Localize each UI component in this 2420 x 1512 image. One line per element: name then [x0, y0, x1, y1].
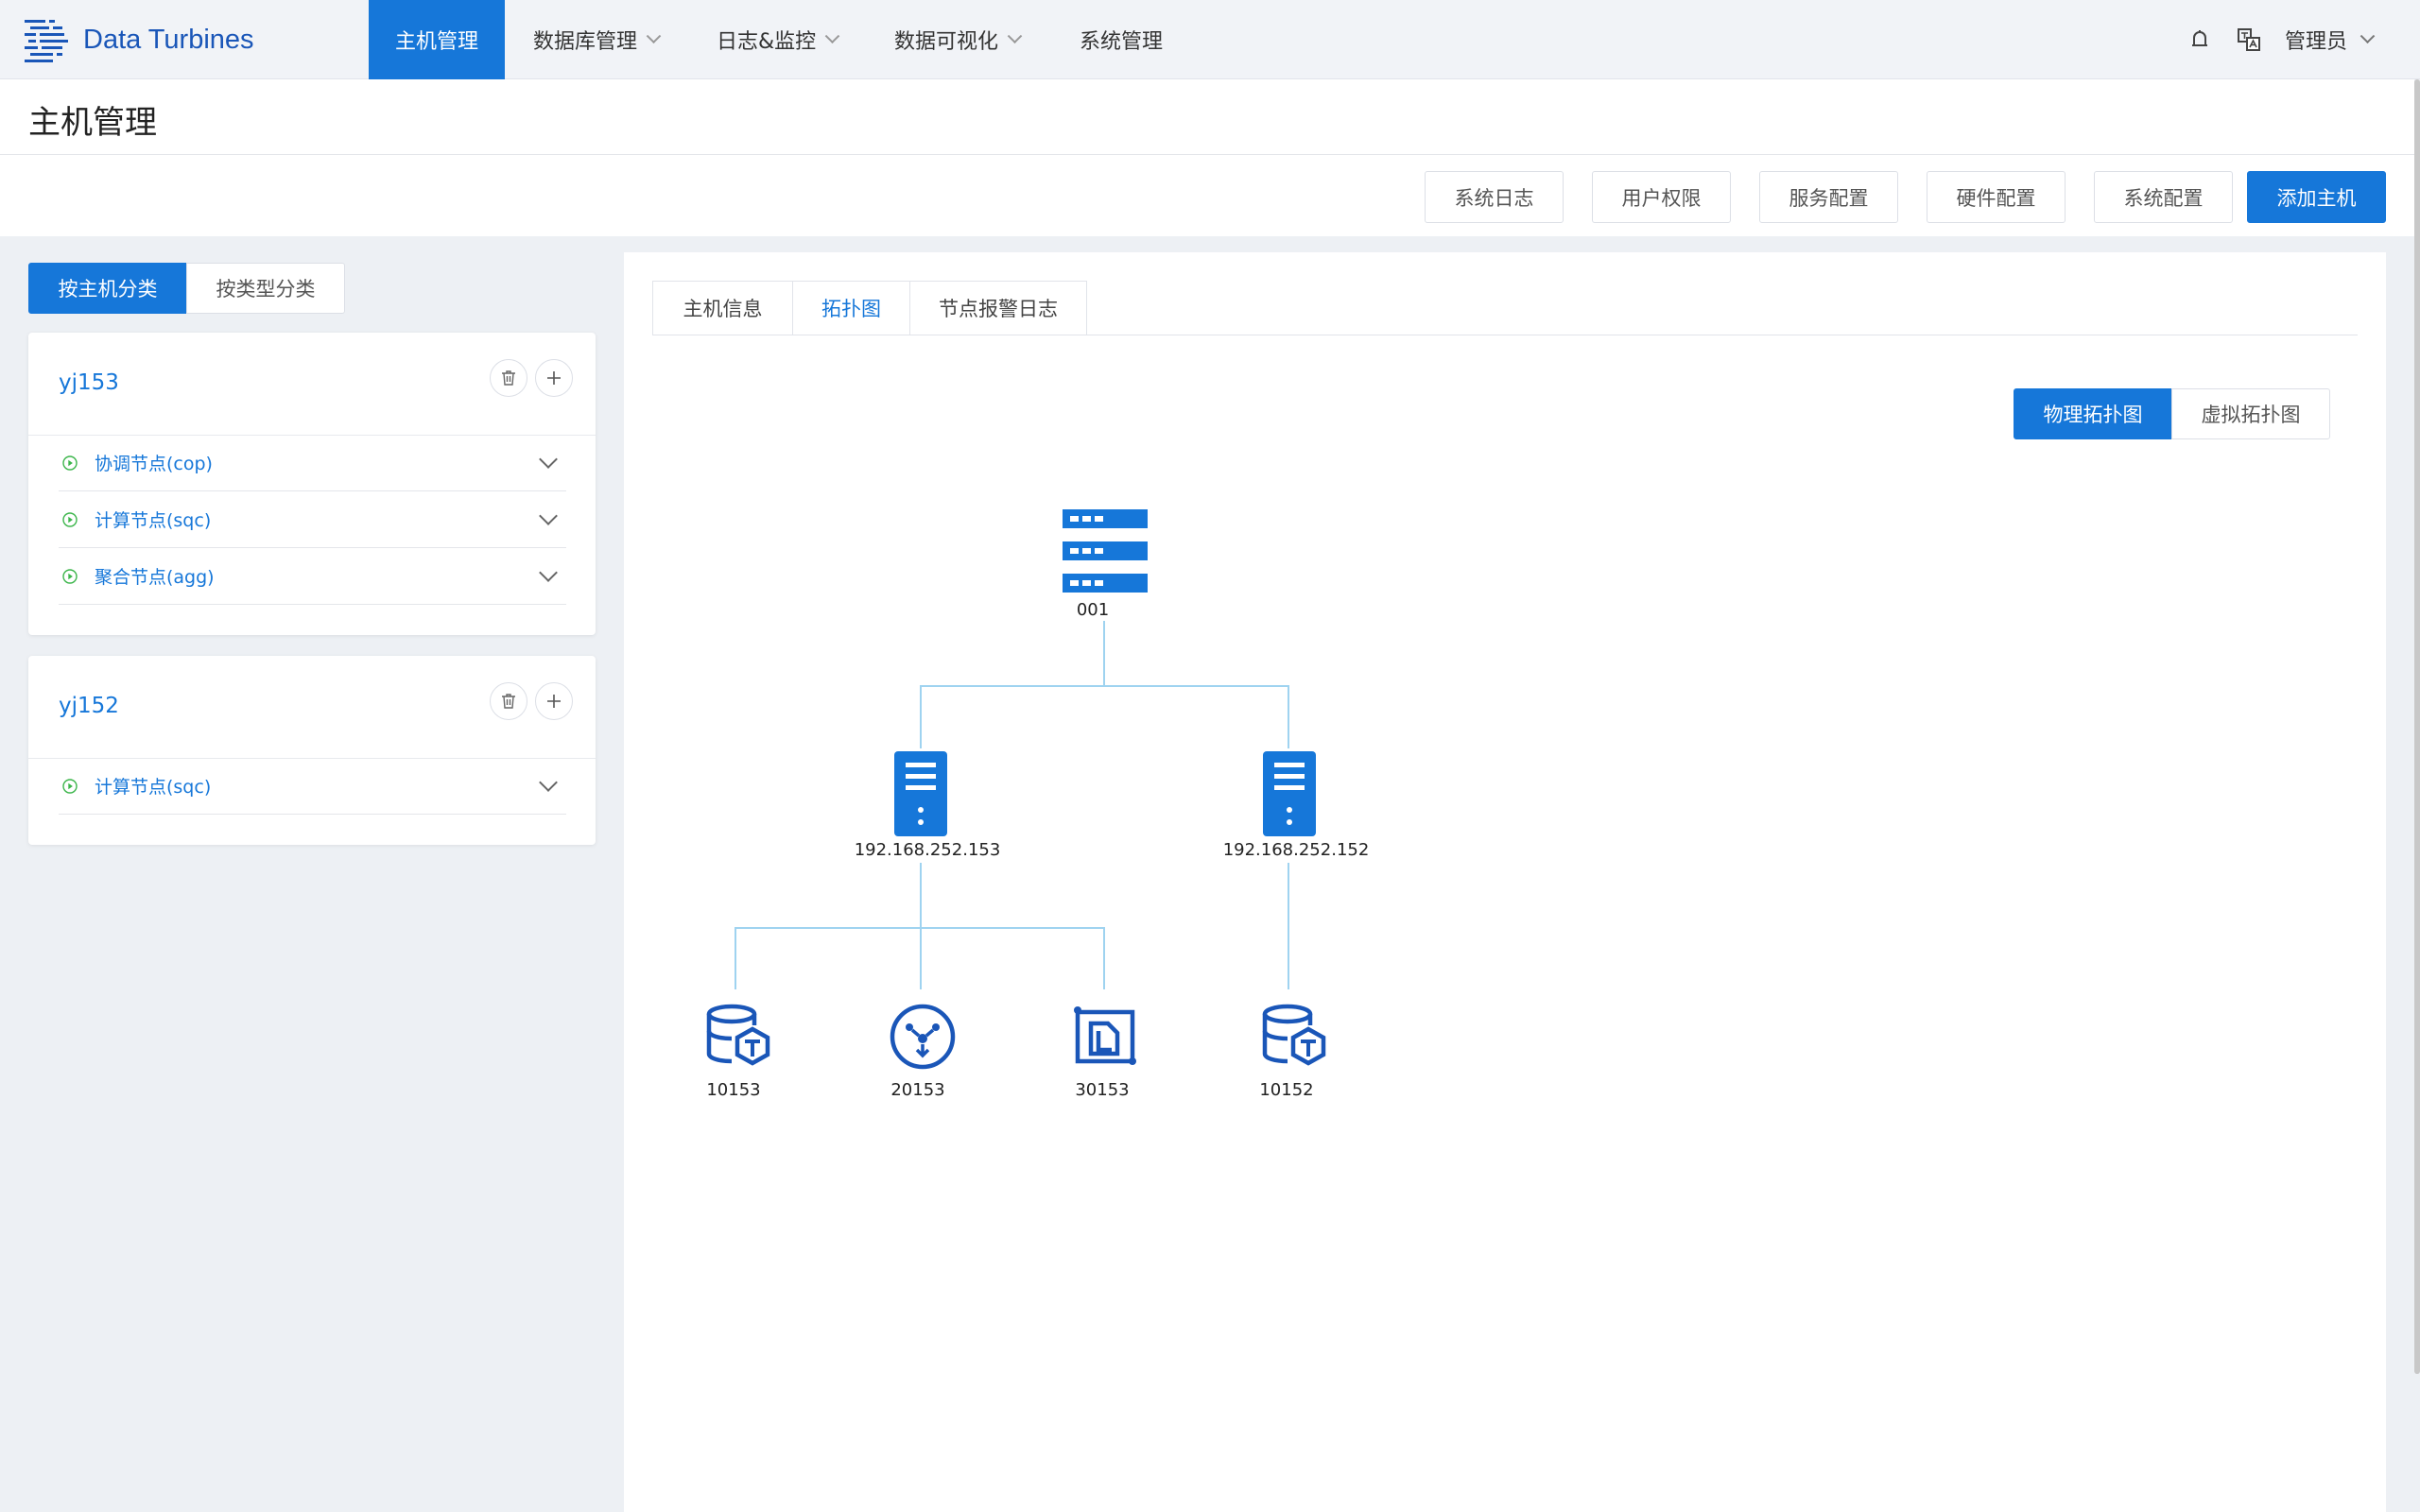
host-card-yj152: yj152 计算节点(sqc) [28, 656, 596, 845]
node-label: 聚合节点(agg) [95, 567, 215, 588]
host-name[interactable]: yj152 [59, 694, 119, 718]
node-label: 计算节点(sqc) [95, 777, 212, 798]
node-row-sqc[interactable]: 计算节点(sqc) [59, 758, 566, 815]
delete-host-button[interactable] [490, 682, 527, 720]
system-log-button[interactable]: 系统日志 [1425, 171, 1564, 223]
trash-icon [502, 694, 515, 709]
topology-server-label: 192.168.252.153 [854, 840, 1001, 860]
server-tower-icon [894, 751, 947, 836]
play-circle-icon [62, 511, 78, 527]
chevron-down-icon [824, 27, 840, 43]
user-menu[interactable]: 管理员 [2284, 25, 2376, 55]
nav-database-management[interactable]: 数据库管理 [533, 0, 662, 79]
service-config-button[interactable]: 服务配置 [1759, 171, 1898, 223]
add-node-button[interactable] [535, 359, 573, 397]
chevron-down-icon [646, 27, 662, 43]
topology-root-node[interactable] [1063, 509, 1148, 598]
group-by-host-tab[interactable]: 按主机分类 [28, 263, 187, 314]
server-rack-icon [1063, 509, 1148, 593]
nav-label: 数据可视化 [894, 30, 999, 54]
nav-label: 日志&监控 [717, 30, 817, 54]
node-row-cop[interactable]: 协调节点(cop) [59, 435, 566, 491]
topology-server-label: 192.168.252.152 [1222, 840, 1370, 860]
plus-icon [547, 371, 561, 385]
node-row-sqc[interactable]: 计算节点(sqc) [59, 491, 566, 548]
notification-bell-icon[interactable] [2187, 26, 2213, 53]
topology-root-label: 001 [1076, 600, 1110, 620]
add-host-button[interactable]: 添加主机 [2247, 171, 2386, 223]
page-title: 主机管理 [28, 104, 157, 142]
topology-service-label: 30153 [1075, 1080, 1130, 1100]
nav-label: 主机管理 [394, 30, 478, 54]
chevron-down-icon[interactable] [539, 562, 558, 582]
nav-system-management[interactable]: 系统管理 [1080, 0, 1163, 79]
plus-icon [547, 695, 561, 708]
brand-name: Data Turbines [83, 24, 254, 55]
top-navigation: Data Turbines 主机管理 数据库管理 日志&监控 数据可视化 系统管… [0, 0, 2420, 79]
system-config-button[interactable]: 系统配置 [2094, 171, 2233, 223]
topology-service-30153[interactable] [1072, 1003, 1138, 1073]
play-circle-icon [62, 455, 78, 471]
topology-service-20153[interactable] [889, 1003, 957, 1074]
page-scrollbar[interactable] [2414, 79, 2420, 1374]
topology-service-label: 20153 [890, 1080, 945, 1100]
server-tower-icon [1263, 751, 1316, 836]
node-row-agg[interactable]: 聚合节点(agg) [59, 548, 566, 605]
hardware-config-button[interactable]: 硬件配置 [1927, 171, 2066, 223]
main-panel: 主机信息 拓扑图 节点报警日志 物理拓扑图 虚拟拓扑图 001 192.168.… [624, 252, 2386, 1512]
user-name: 管理员 [2284, 30, 2347, 54]
top-right-actions: 管理员 [2187, 0, 2376, 79]
topology-links [735, 621, 1289, 989]
data-turbines-logo-icon [25, 20, 68, 62]
nav-label: 数据库管理 [533, 30, 638, 54]
page-header: 主机管理 [0, 79, 2414, 155]
play-circle-icon [62, 778, 78, 794]
topology-server-152[interactable] [1263, 751, 1316, 840]
group-by-type-tab[interactable]: 按类型分类 [186, 263, 345, 314]
chevron-down-icon[interactable] [539, 506, 558, 525]
nav-label: 系统管理 [1080, 30, 1164, 54]
host-card-yj153: yj153 协调节点(cop) 计算节点(sqc) 聚合节点(agg) [28, 333, 596, 635]
translate-icon[interactable] [2236, 26, 2262, 53]
topology-server-153[interactable] [894, 751, 947, 840]
topology-service-label: 10152 [1259, 1080, 1314, 1100]
trash-icon [502, 370, 515, 386]
topology-service-label: 10153 [706, 1080, 761, 1100]
nav-host-management[interactable]: 主机管理 [369, 0, 505, 79]
chevron-down-icon [1007, 27, 1023, 43]
toolbar: 系统日志 用户权限 服务配置 硬件配置 系统配置 添加主机 [0, 155, 2414, 236]
chevron-down-icon[interactable] [539, 772, 558, 792]
chevron-down-icon [2360, 27, 2376, 43]
database-t-icon [706, 1004, 770, 1066]
user-permission-button[interactable]: 用户权限 [1592, 171, 1731, 223]
play-circle-icon [62, 568, 78, 584]
aggregate-circle-icon [890, 1004, 956, 1070]
topology-service-10152[interactable] [1261, 1003, 1327, 1073]
nav-data-visualization[interactable]: 数据可视化 [894, 0, 1023, 79]
document-frame-icon [1074, 1006, 1136, 1065]
node-label: 计算节点(sqc) [95, 510, 212, 531]
nav-log-monitor[interactable]: 日志&监控 [717, 0, 840, 79]
database-t-icon [1262, 1004, 1326, 1066]
chevron-down-icon[interactable] [539, 449, 558, 469]
host-name[interactable]: yj153 [59, 370, 119, 395]
delete-host-button[interactable] [490, 359, 527, 397]
add-node-button[interactable] [535, 682, 573, 720]
brand-logo[interactable]: Data Turbines [23, 17, 254, 62]
node-label: 协调节点(cop) [95, 454, 213, 474]
topology-service-10153[interactable] [705, 1003, 771, 1073]
